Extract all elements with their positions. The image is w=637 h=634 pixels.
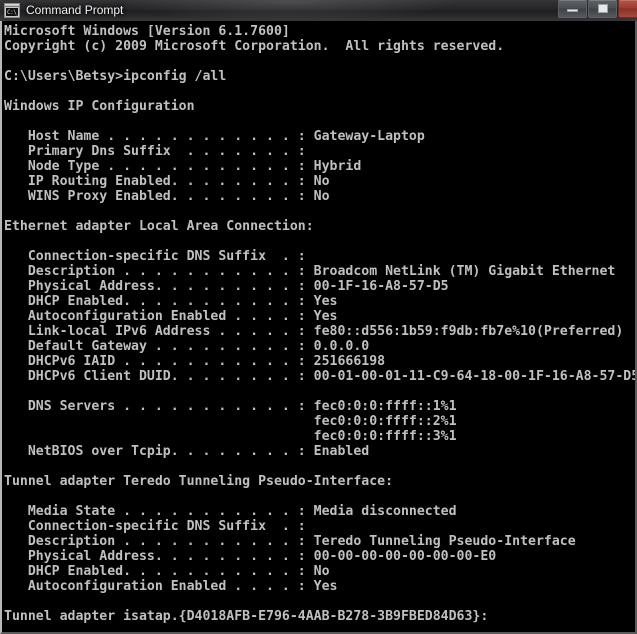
command-prompt-window: C:\_ Command Prompt Microsoft Windows [V… bbox=[0, 0, 637, 634]
console-client-area[interactable]: Microsoft Windows [Version 6.1.7600] Cop… bbox=[0, 21, 637, 634]
console-screen[interactable]: Microsoft Windows [Version 6.1.7600] Cop… bbox=[4, 21, 637, 632]
title-bar[interactable]: C:\_ Command Prompt bbox=[0, 0, 637, 21]
window-title: Command Prompt bbox=[26, 3, 124, 17]
icon-titlebar-strip bbox=[5, 4, 19, 7]
maximize-icon bbox=[598, 4, 608, 13]
maximize-button[interactable] bbox=[588, 0, 617, 18]
close-button[interactable] bbox=[618, 0, 637, 18]
minimize-icon bbox=[567, 9, 578, 12]
console-output: Microsoft Windows [Version 6.1.7600] Cop… bbox=[4, 24, 637, 624]
command-prompt-icon[interactable]: C:\_ bbox=[4, 3, 20, 18]
window-controls bbox=[557, 0, 637, 18]
icon-screen-glyph: C:\_ bbox=[6, 8, 20, 16]
minimize-button[interactable] bbox=[558, 0, 587, 18]
